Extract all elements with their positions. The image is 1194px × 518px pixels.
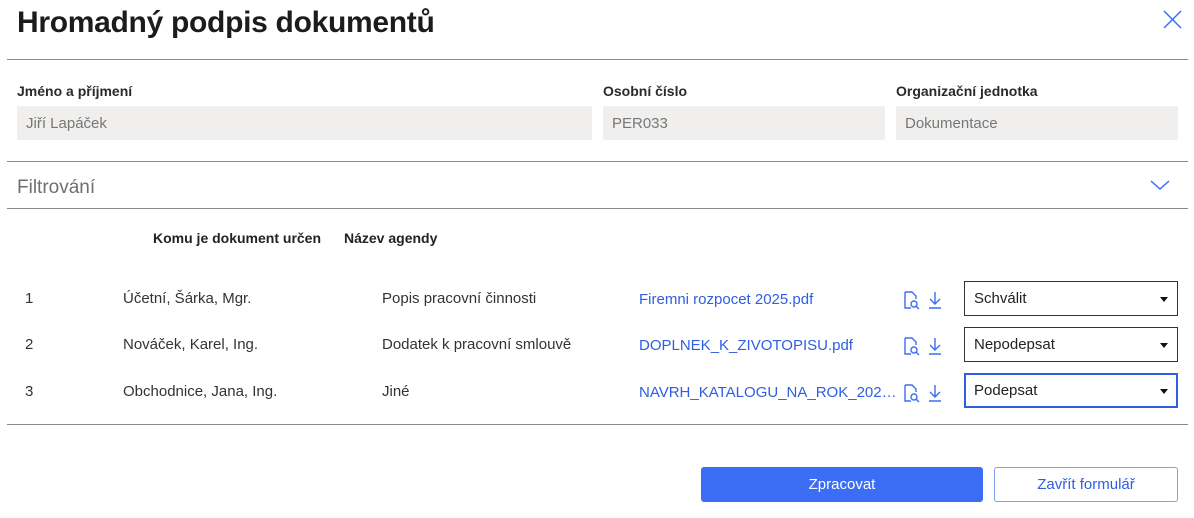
caret-down-icon bbox=[1160, 297, 1168, 302]
info-divider bbox=[7, 161, 1188, 162]
document-link[interactable]: Firemni rozpocet 2025.pdf bbox=[639, 291, 897, 308]
row-agenda: Popis pracovní činnosti bbox=[382, 290, 537, 307]
document-link[interactable]: NAVRH_KATALOGU_NA_ROK_2025.pdf bbox=[639, 384, 897, 401]
row-recipient: Nováček, Karel, Ing. bbox=[123, 336, 259, 353]
filter-divider bbox=[7, 208, 1188, 209]
action-select[interactable]: Schválit bbox=[964, 281, 1178, 316]
caret-down-icon bbox=[1160, 343, 1168, 348]
personal-number-field: PER033 bbox=[603, 106, 885, 140]
action-select[interactable]: Nepodepsat bbox=[964, 327, 1178, 362]
filter-toggle-label[interactable]: Filtrování bbox=[17, 177, 95, 199]
close-form-button[interactable]: Zavřít formulář bbox=[994, 467, 1178, 502]
org-unit-label: Organizační jednotka bbox=[896, 83, 1038, 99]
row-recipient: Obchodnice, Jana, Ing. bbox=[123, 383, 278, 400]
column-header-agenda: Název agendy bbox=[344, 230, 438, 246]
row-index: 2 bbox=[25, 336, 34, 353]
filter-toggle[interactable] bbox=[1149, 177, 1171, 193]
action-select-value: Schválit bbox=[974, 290, 1027, 307]
chevron-down-icon bbox=[1150, 180, 1170, 191]
document-link[interactable]: DOPLNEK_K_ZIVOTOPISU.pdf bbox=[639, 337, 897, 354]
action-select-value: Podepsat bbox=[974, 382, 1038, 399]
header-divider bbox=[7, 59, 1188, 60]
action-select-value: Nepodepsat bbox=[974, 336, 1055, 353]
table-divider bbox=[7, 424, 1188, 425]
download-icon bbox=[929, 292, 941, 309]
caret-down-icon bbox=[1160, 389, 1168, 394]
download-icon bbox=[929, 338, 941, 355]
org-unit-field: Dokumentace bbox=[896, 106, 1178, 140]
preview-document-button[interactable] bbox=[902, 336, 920, 356]
document-search-icon bbox=[904, 337, 920, 356]
dialog-title: Hromadný podpis dokumentů bbox=[17, 6, 435, 39]
process-button[interactable]: Zpracovat bbox=[701, 467, 983, 502]
document-search-icon bbox=[904, 291, 920, 310]
row-agenda: Dodatek k pracovní smlouvě bbox=[382, 336, 572, 353]
row-index: 1 bbox=[25, 290, 34, 307]
column-header-recipient: Komu je dokument určen bbox=[153, 230, 322, 246]
row-agenda: Jiné bbox=[382, 383, 410, 400]
preview-document-button[interactable] bbox=[902, 290, 920, 310]
close-button[interactable] bbox=[1160, 8, 1184, 32]
row-index: 3 bbox=[25, 383, 34, 400]
row-recipient: Účetní, Šárka, Mgr. bbox=[123, 290, 252, 307]
close-icon bbox=[1163, 10, 1182, 29]
name-field: Jiří Lapáček bbox=[17, 106, 592, 140]
download-button[interactable] bbox=[926, 383, 944, 403]
download-icon bbox=[929, 385, 941, 402]
personal-number-label: Osobní číslo bbox=[603, 83, 688, 99]
download-button[interactable] bbox=[926, 290, 944, 310]
name-label: Jméno a příjmení bbox=[17, 83, 133, 99]
action-select[interactable]: Podepsat bbox=[964, 373, 1178, 408]
download-button[interactable] bbox=[926, 336, 944, 356]
document-search-icon bbox=[904, 384, 920, 403]
preview-document-button[interactable] bbox=[902, 383, 920, 403]
